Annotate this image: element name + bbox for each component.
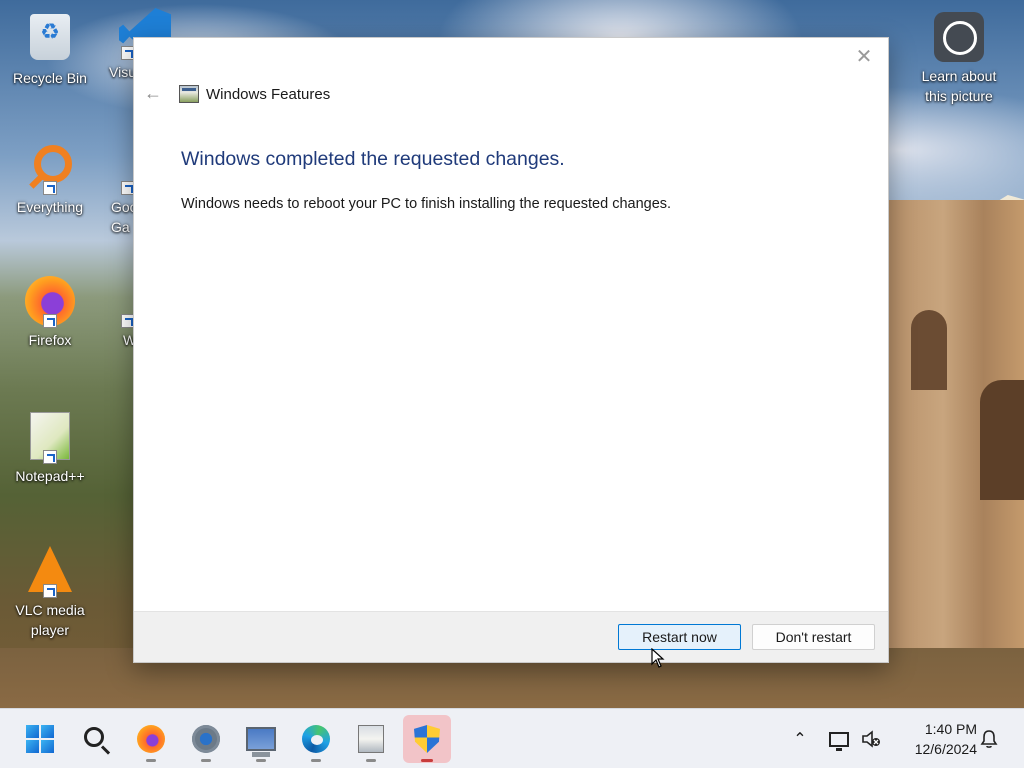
camera-icon: [933, 12, 985, 64]
firefox-icon: [24, 276, 76, 328]
volume-muted-icon: [862, 730, 880, 748]
desktop-icon-notepadpp[interactable]: Notepad++: [2, 412, 98, 486]
desktop-icon-label: player: [30, 622, 70, 638]
desktop-icon-label: this picture: [925, 88, 993, 104]
dialog-footer: Restart now Don't restart: [134, 611, 888, 662]
dialog-heading: Windows completed the requested changes.: [181, 148, 565, 170]
vlc-icon: [24, 546, 76, 598]
bell-icon: [980, 730, 998, 748]
restart-now-button[interactable]: Restart now: [618, 624, 741, 650]
running-indicator: [311, 759, 321, 762]
desktop-icon-recycle-bin[interactable]: Recycle Bin: [2, 10, 98, 88]
taskbar-settings[interactable]: [182, 715, 230, 763]
dialog-title-row: Windows Features: [179, 84, 330, 104]
shortcut-arrow-icon: [43, 314, 57, 328]
running-indicator: [146, 759, 156, 762]
shortcut-arrow-icon: [43, 584, 57, 598]
dialog-title: Windows Features: [206, 85, 331, 103]
recycle-bin-icon: [24, 14, 76, 66]
running-indicator: [201, 759, 211, 762]
desktop-icon-label: Firefox: [28, 332, 72, 348]
clock-time: 1:40 PM: [924, 721, 977, 737]
show-hidden-icons-button[interactable]: ⌃: [788, 709, 812, 768]
dont-restart-button[interactable]: Don't restart: [752, 624, 875, 650]
notepad-plus-plus-icon: [24, 412, 76, 464]
active-indicator: [421, 759, 433, 762]
windows-features-icon: [179, 85, 199, 103]
wallpaper-cliff: [889, 200, 1024, 708]
desktop-icon-label: Everything: [16, 199, 84, 215]
taskbar-firefox[interactable]: [127, 715, 175, 763]
desktop-icon-label: W: [123, 332, 137, 348]
close-button[interactable]: ✕: [852, 46, 876, 68]
search-icon: [84, 727, 104, 747]
computer-icon: [246, 727, 276, 757]
edge-icon: [302, 725, 330, 753]
running-indicator: [366, 759, 376, 762]
desktop-icon-w[interactable]: W: [103, 276, 137, 350]
security-shield-icon: [414, 725, 440, 753]
back-button[interactable]: ←: [142, 82, 164, 104]
desktop-icon-label: Recycle Bin: [13, 70, 87, 86]
desktop-icon-label: Goo: [111, 199, 138, 215]
windows-features-icon: [358, 725, 384, 753]
taskbar: ⌃ 1:40 PM 12/6/2024: [0, 708, 1024, 768]
start-icon: [26, 725, 54, 753]
clock-button[interactable]: 1:40 PM 12/6/2024: [893, 719, 977, 759]
network-button[interactable]: [826, 709, 852, 768]
taskbar-search-button[interactable]: [72, 715, 120, 763]
desktop-icon-google[interactable]: Goo Ga: [103, 143, 138, 237]
shortcut-arrow-icon: [43, 181, 57, 195]
desktop-icon-label: Learn about: [921, 68, 997, 84]
desktop-icon-everything[interactable]: Everything: [2, 143, 98, 217]
running-indicator: [256, 759, 266, 762]
google-icon: [103, 143, 135, 195]
start-button[interactable]: [16, 715, 64, 763]
windows-features-dialog: ✕ ← Windows Features Windows completed t…: [133, 37, 889, 663]
settings-icon: [192, 725, 220, 753]
network-icon: [829, 731, 849, 751]
clock-date: 12/6/2024: [914, 741, 977, 757]
firefox-icon: [137, 725, 165, 753]
desktop-icon-label: VLC media: [15, 602, 85, 618]
close-icon: ✕: [855, 46, 873, 68]
desktop-icon-label: Ga: [111, 219, 130, 235]
notifications-button[interactable]: [978, 727, 1000, 751]
taskbar-edge[interactable]: [292, 715, 340, 763]
desktop-icon-vlc[interactable]: VLC media player: [2, 544, 98, 640]
desktop-icon-learn-about-picture[interactable]: Learn about this picture: [911, 12, 1007, 106]
everything-icon: [24, 143, 76, 195]
taskbar-computer[interactable]: [237, 715, 285, 763]
desktop-icon-firefox[interactable]: Firefox: [2, 276, 98, 350]
dialog-message: Windows needs to reboot your PC to finis…: [181, 196, 672, 212]
taskbar-security[interactable]: [403, 715, 451, 763]
desktop-icon-label: Notepad++: [15, 468, 85, 484]
shortcut-arrow-icon: [43, 450, 57, 464]
app-icon: [103, 276, 135, 328]
back-arrow-icon: ←: [144, 83, 162, 103]
chevron-up-icon: ⌃: [793, 731, 807, 748]
volume-button[interactable]: [858, 709, 884, 768]
taskbar-windows-features[interactable]: [347, 715, 395, 763]
